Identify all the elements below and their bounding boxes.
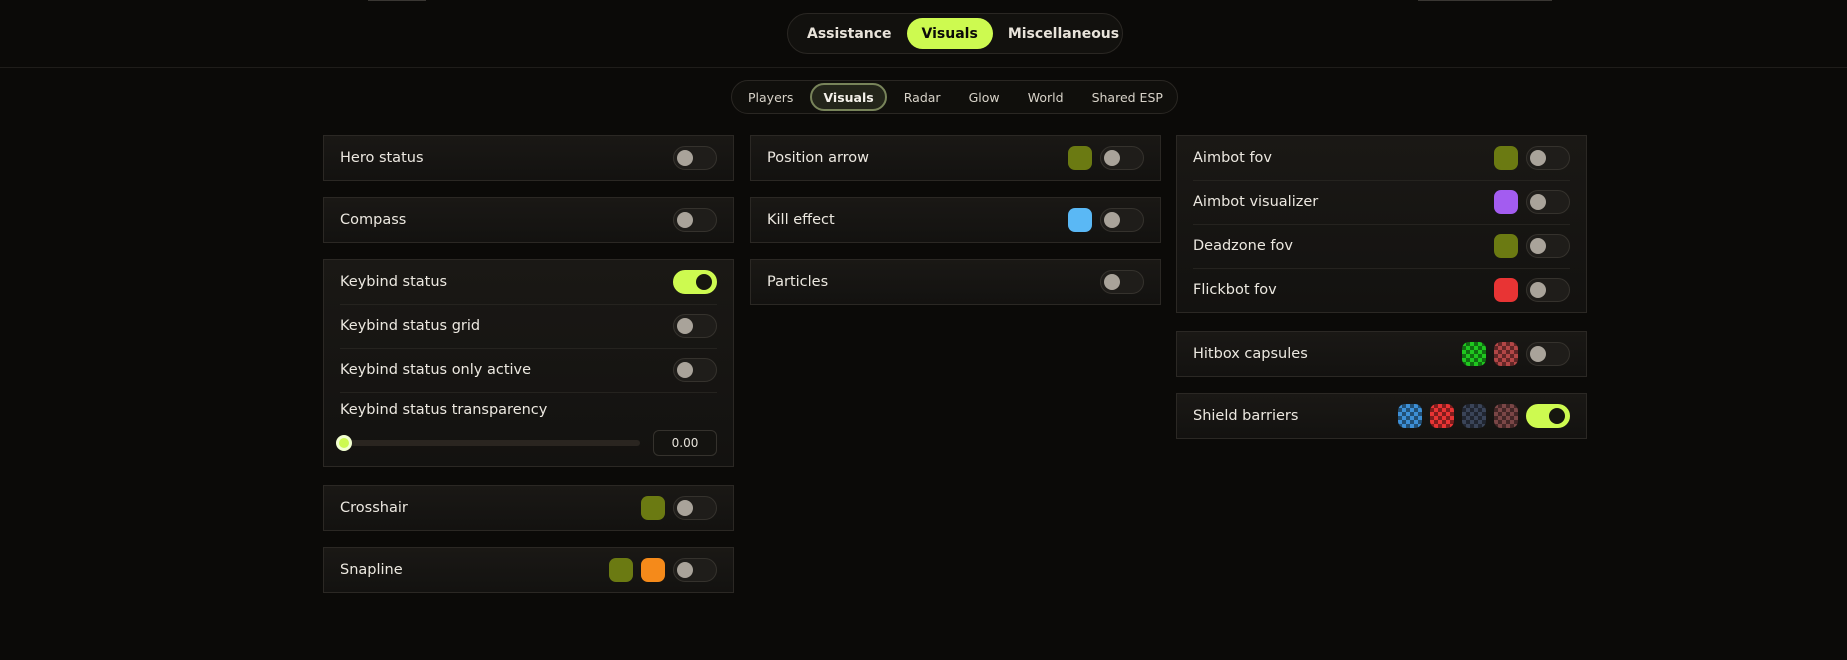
keybind-status-transparency-label: Keybind status transparency: [340, 402, 548, 418]
snapline-color-swatch-2[interactable]: [641, 558, 665, 582]
keybind-status-only-active-row: Keybind status only active: [324, 348, 733, 392]
position-arrow-label: Position arrow: [767, 150, 870, 166]
crosshair-card: Crosshair: [323, 485, 734, 531]
particles-card: Particles: [750, 259, 1161, 305]
shield-barriers-color-swatch-3[interactable]: [1462, 404, 1486, 428]
flickbot-fov-toggle[interactable]: [1526, 278, 1570, 302]
crosshair-toggle[interactable]: [673, 496, 717, 520]
kill-effect-label: Kill effect: [767, 212, 835, 228]
keybind-status-card: Keybind status Keybind status grid Keybi…: [323, 259, 734, 467]
hero-status-card: Hero status: [323, 135, 734, 181]
shield-barriers-row: Shield barriers: [1177, 394, 1586, 438]
tab-miscellaneous[interactable]: Miscellaneous: [993, 18, 1134, 49]
compass-toggle[interactable]: [673, 208, 717, 232]
position-arrow-toggle[interactable]: [1100, 146, 1144, 170]
header-divider: [0, 67, 1847, 68]
deadzone-fov-row: Deadzone fov: [1177, 224, 1586, 268]
kill-effect-toggle[interactable]: [1100, 208, 1144, 232]
crosshair-row: Crosshair: [324, 486, 733, 530]
tab-assistance[interactable]: Assistance: [792, 18, 907, 49]
aimbot-fov-toggle[interactable]: [1526, 146, 1570, 170]
keybind-status-row: Keybind status: [324, 260, 733, 304]
aimbot-visualizer-toggle[interactable]: [1526, 190, 1570, 214]
keybind-status-only-active-toggle[interactable]: [673, 358, 717, 382]
snapline-color-swatch-1[interactable]: [609, 558, 633, 582]
hitbox-capsules-toggle[interactable]: [1526, 342, 1570, 366]
keybind-status-transparency-row: Keybind status transparency 0.00: [324, 392, 733, 466]
shield-barriers-label: Shield barriers: [1193, 408, 1299, 424]
fov-card: Aimbot fov Aimbot visualizer Deadzone fo…: [1176, 135, 1587, 313]
hero-status-row: Hero status: [324, 136, 733, 180]
crosshair-color-swatch[interactable]: [641, 496, 665, 520]
aimbot-visualizer-color-swatch[interactable]: [1494, 190, 1518, 214]
compass-card: Compass: [323, 197, 734, 243]
shield-barriers-card: Shield barriers: [1176, 393, 1587, 439]
main-tab-bar: Assistance Visuals Miscellaneous: [787, 13, 1123, 54]
hero-status-toggle[interactable]: [673, 146, 717, 170]
deadzone-fov-label: Deadzone fov: [1193, 238, 1293, 254]
snapline-label: Snapline: [340, 562, 403, 578]
aimbot-visualizer-row: Aimbot visualizer: [1177, 180, 1586, 224]
compass-label: Compass: [340, 212, 407, 228]
aimbot-fov-row: Aimbot fov: [1177, 136, 1586, 180]
crosshair-label: Crosshair: [340, 500, 408, 516]
particles-row: Particles: [751, 260, 1160, 304]
subtab-radar[interactable]: Radar: [893, 83, 952, 111]
kill-effect-row: Kill effect: [751, 198, 1160, 242]
transparency-slider-thumb[interactable]: [336, 435, 352, 451]
subtab-world[interactable]: World: [1017, 83, 1075, 111]
position-arrow-card: Position arrow: [750, 135, 1161, 181]
flickbot-fov-label: Flickbot fov: [1193, 282, 1277, 298]
subtab-glow[interactable]: Glow: [958, 83, 1011, 111]
hitbox-capsules-color-swatch-1[interactable]: [1462, 342, 1486, 366]
deadzone-fov-color-swatch[interactable]: [1494, 234, 1518, 258]
position-arrow-color-swatch[interactable]: [1068, 146, 1092, 170]
hitbox-capsules-label: Hitbox capsules: [1193, 346, 1308, 362]
aimbot-fov-color-swatch[interactable]: [1494, 146, 1518, 170]
top-right-scroll-stub: [1418, 0, 1552, 1]
subtab-visuals[interactable]: Visuals: [810, 83, 887, 111]
subtab-shared-esp[interactable]: Shared ESP: [1081, 83, 1174, 111]
shield-barriers-color-swatch-1[interactable]: [1398, 404, 1422, 428]
keybind-status-grid-row: Keybind status grid: [324, 304, 733, 348]
particles-toggle[interactable]: [1100, 270, 1144, 294]
sub-tab-bar: Players Visuals Radar Glow World Shared …: [731, 80, 1178, 114]
particles-label: Particles: [767, 274, 829, 290]
snapline-card: Snapline: [323, 547, 734, 593]
top-left-scroll-stub: [368, 0, 426, 1]
aimbot-fov-label: Aimbot fov: [1193, 150, 1272, 166]
flickbot-fov-color-swatch[interactable]: [1494, 278, 1518, 302]
keybind-status-toggle[interactable]: [673, 270, 717, 294]
compass-row: Compass: [324, 198, 733, 242]
snapline-row: Snapline: [324, 548, 733, 592]
subtab-players[interactable]: Players: [737, 83, 804, 111]
keybind-status-label: Keybind status: [340, 274, 448, 290]
deadzone-fov-toggle[interactable]: [1526, 234, 1570, 258]
keybind-status-grid-label: Keybind status grid: [340, 318, 481, 334]
hitbox-capsules-color-swatch-2[interactable]: [1494, 342, 1518, 366]
shield-barriers-color-swatch-2[interactable]: [1430, 404, 1454, 428]
tab-visuals[interactable]: Visuals: [906, 18, 993, 49]
kill-effect-card: Kill effect: [750, 197, 1161, 243]
transparency-value-input[interactable]: 0.00: [653, 430, 717, 456]
keybind-status-grid-toggle[interactable]: [673, 314, 717, 338]
kill-effect-color-swatch[interactable]: [1068, 208, 1092, 232]
position-arrow-row: Position arrow: [751, 136, 1160, 180]
snapline-toggle[interactable]: [673, 558, 717, 582]
hero-status-label: Hero status: [340, 150, 424, 166]
keybind-status-only-active-label: Keybind status only active: [340, 362, 532, 378]
shield-barriers-color-swatch-4[interactable]: [1494, 404, 1518, 428]
hitbox-capsules-card: Hitbox capsules: [1176, 331, 1587, 377]
hitbox-capsules-row: Hitbox capsules: [1177, 332, 1586, 376]
transparency-slider[interactable]: [336, 435, 640, 451]
shield-barriers-toggle[interactable]: [1526, 404, 1570, 428]
aimbot-visualizer-label: Aimbot visualizer: [1193, 194, 1319, 210]
flickbot-fov-row: Flickbot fov: [1177, 268, 1586, 312]
